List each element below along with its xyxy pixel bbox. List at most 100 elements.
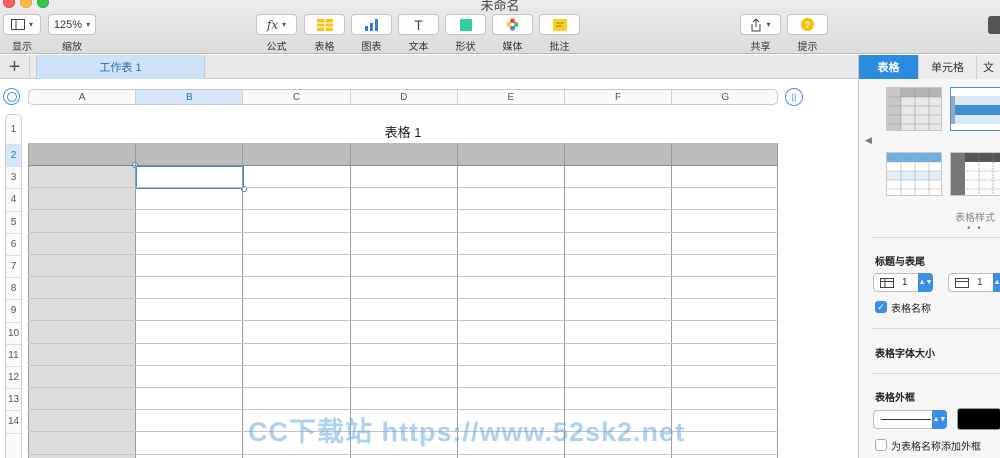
tips-icon: ? [801, 18, 814, 31]
divider [871, 328, 1000, 329]
grid-column-line [242, 143, 244, 458]
sheet-tab-bar: + 工作表 1 [0, 55, 858, 79]
numbers-window: 未命名 ▾ 显示 125% ▾ 缩放 fx ▾ 公式 表格 图表 T 文本 形状… [0, 0, 1000, 458]
zoom-select[interactable]: 125% ▾ [48, 14, 96, 35]
column-header-f[interactable]: F [565, 90, 673, 104]
stepper-arrows-icon[interactable]: ▲▼ [993, 273, 1000, 292]
zoom-group: 125% ▾ 缩放 [48, 14, 96, 53]
row-header-7[interactable]: 7 [6, 256, 21, 279]
share-label: 共享 [750, 42, 771, 53]
row-header-8[interactable]: 8 [6, 278, 21, 301]
row-header-2[interactable]: 2 [6, 145, 21, 168]
comment-group: 批注 [539, 14, 580, 53]
media-label: 媒体 [502, 42, 523, 53]
page-indicator[interactable]: • • [967, 223, 983, 234]
media-icon [506, 18, 519, 31]
table-style-1[interactable] [886, 87, 942, 131]
row-header-11[interactable]: 11 [6, 345, 21, 367]
row-header-3[interactable]: 3 [6, 167, 21, 190]
table-button[interactable] [304, 14, 345, 35]
row-header-13[interactable]: 13 [6, 389, 21, 412]
header-rows-icon [880, 277, 894, 288]
grid-row-line [28, 231, 778, 233]
outline-table-name-checkbox[interactable] [875, 439, 887, 451]
table-group: 表格 [304, 14, 345, 53]
grid-row-line [28, 276, 778, 277]
column-header-a[interactable]: A [29, 90, 137, 104]
shape-group: 形状 [445, 14, 486, 53]
grid-row-line [28, 165, 778, 166]
comment-icon [552, 18, 567, 31]
table-style-2[interactable] [950, 87, 1000, 131]
format-inspector: 表格 单元格 文 ◀ 表格样式 • • 标题与表尾 1 ▲▼ 1 ▲ ✓ 表格名… [858, 55, 1000, 458]
shape-button[interactable] [445, 14, 486, 35]
tab-cell[interactable]: 单元格 [919, 55, 977, 79]
header-rows-stepper[interactable]: 1 ▲▼ [873, 273, 933, 292]
border-color-well[interactable] [957, 408, 1000, 430]
grid-row-line [28, 342, 778, 344]
sheet-tab[interactable]: 工作表 1 [36, 55, 205, 79]
select-table-handle[interactable] [3, 88, 20, 105]
add-sheet-button[interactable]: + [0, 55, 30, 79]
grid-row-line [28, 320, 778, 322]
outline-table-name-label: 为表格名称添加外框 [891, 442, 981, 453]
tips-button[interactable]: ? [787, 14, 828, 35]
comment-label: 批注 [549, 42, 570, 53]
tab-text[interactable]: 文 [977, 55, 1000, 79]
view-button[interactable]: ▾ [3, 14, 41, 35]
table-style-3[interactable] [886, 152, 942, 196]
chart-button[interactable] [351, 14, 392, 35]
grid-row-line [28, 387, 778, 388]
row-header-10[interactable]: 10 [6, 323, 21, 345]
chevron-updown-icon[interactable]: ▲▼ [932, 410, 947, 429]
column-header-b[interactable]: B [136, 90, 244, 104]
formula-label: 公式 [266, 42, 287, 53]
table-name-checkbox[interactable]: ✓ [875, 301, 887, 313]
border-style-select[interactable]: ▲▼ [873, 410, 947, 429]
header-columns-value: 1 [977, 277, 983, 288]
selected-cell[interactable] [135, 165, 244, 189]
sidebar-icon [10, 19, 25, 30]
grid-column-line [777, 143, 778, 458]
tips-label: 提示 [797, 42, 818, 53]
chart-icon [364, 18, 378, 31]
share-button[interactable]: ▾ [740, 14, 781, 35]
format-panel-toggle[interactable] [988, 16, 1000, 34]
grid-row-line [28, 187, 778, 189]
header-rows-value: 1 [902, 277, 908, 288]
media-button[interactable] [492, 14, 533, 35]
row-header-12[interactable]: 12 [6, 367, 21, 390]
header-columns-stepper[interactable]: 1 ▲▼ [948, 273, 1000, 292]
row-header-bar: 1 2 3 4 5 6 7 8 9 10 11 12 13 14 [5, 114, 22, 458]
fx-icon: fx [266, 17, 279, 32]
column-header-d[interactable]: D [351, 90, 458, 104]
row-header-9[interactable]: 9 [6, 300, 21, 323]
text-button[interactable]: T [398, 14, 439, 35]
row-header-14[interactable]: 14 [6, 411, 21, 434]
stepper-arrows-icon[interactable]: ▲▼ [918, 273, 933, 292]
styles-prev-icon[interactable]: ◀ [865, 135, 872, 146]
formula-button[interactable]: fx ▾ [256, 14, 297, 35]
table-styles-label: 表格样式 [955, 213, 995, 224]
table-style-4[interactable] [950, 152, 1000, 196]
grid-row-line [28, 298, 778, 300]
chart-label: 图表 [361, 42, 382, 53]
header-columns-icon [955, 277, 969, 288]
comment-button[interactable] [539, 14, 580, 35]
formula-group: fx ▾ 公式 [256, 14, 297, 53]
table-style-3-preview [887, 153, 941, 195]
chart-group: 图表 [351, 14, 392, 53]
row-header-1[interactable]: 1 [6, 115, 21, 145]
column-header-e[interactable]: E [458, 90, 565, 104]
row-header-6[interactable]: 6 [6, 234, 21, 256]
column-header-g[interactable]: G [672, 90, 777, 104]
row-header-5[interactable]: 5 [6, 212, 21, 234]
column-header-c[interactable]: C [243, 90, 351, 104]
table-title[interactable]: 表格 1 [28, 122, 778, 141]
table-label: 表格 [314, 42, 335, 53]
media-group: 媒体 [492, 14, 533, 53]
row-header-4[interactable]: 4 [6, 189, 21, 212]
sheet-canvas: ABCDEFG || 1 2 3 4 5 6 7 8 9 10 11 12 13 14 表格 1 CC下载… [0, 80, 858, 458]
tab-table[interactable]: 表格 [859, 55, 919, 79]
add-column-handle[interactable]: || [785, 88, 803, 106]
